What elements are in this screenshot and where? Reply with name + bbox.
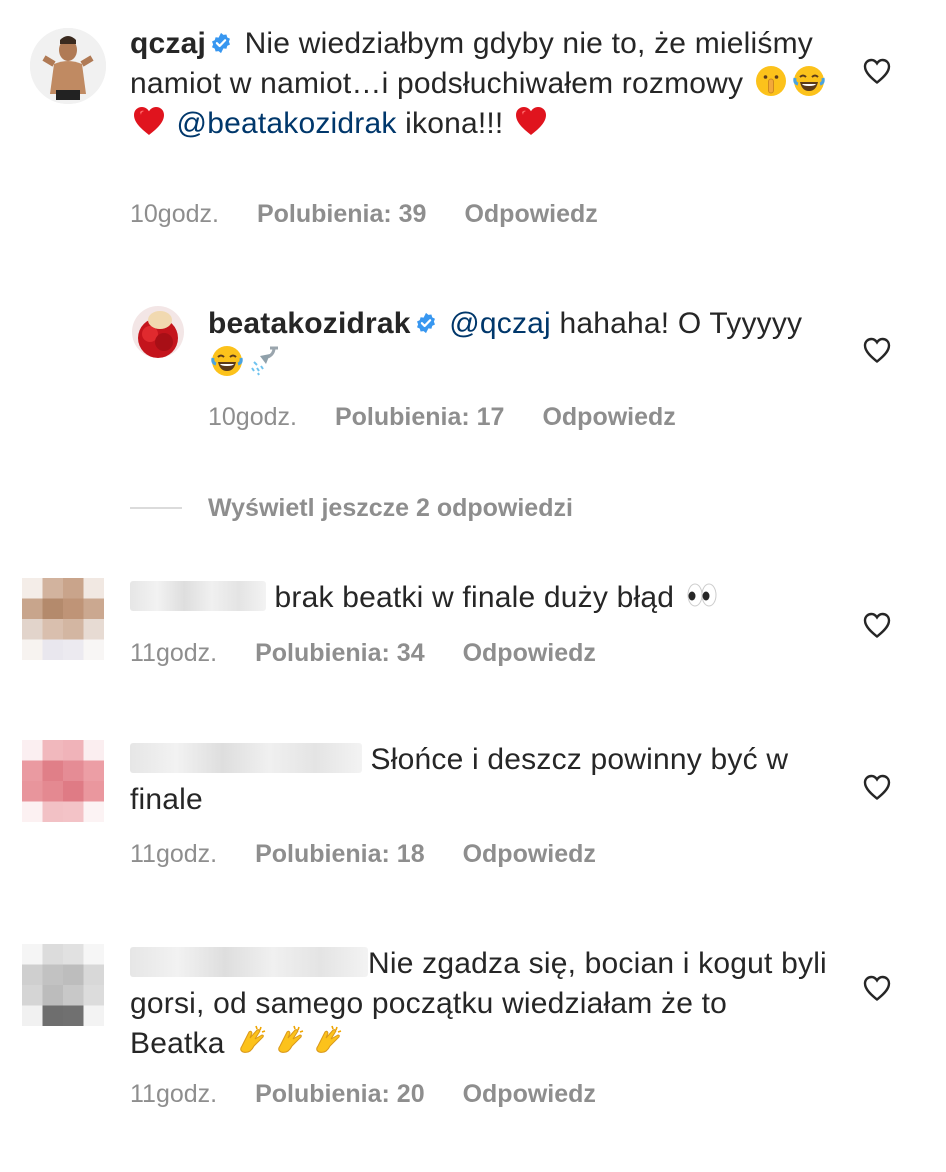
- avatar-beatakozidrak[interactable]: [132, 306, 184, 358]
- blurred-username[interactable]: [130, 581, 266, 611]
- avatar-image: [132, 306, 184, 358]
- avatar-image: [22, 740, 104, 822]
- reply-button[interactable]: Odpowiedz: [463, 840, 596, 868]
- avatar-image: [30, 28, 106, 104]
- likes-count[interactable]: Polubienia: 39: [257, 200, 426, 228]
- reply-button[interactable]: Odpowiedz: [542, 403, 675, 431]
- username[interactable]: beatakozidrak: [208, 307, 411, 340]
- heart-outline-icon[interactable]: [862, 57, 892, 85]
- comment-body: Słońce i deszcz powinny być w finale: [130, 740, 830, 820]
- comment-meta: 11godz. Polubienia: 18 Odpowiedz: [130, 840, 634, 869]
- blurred-username[interactable]: [130, 947, 368, 977]
- comment-text-after: ikona!!!: [396, 107, 512, 140]
- comment-body: qczaj Nie wiedziałbym gdyby nie to, że m…: [130, 24, 830, 144]
- timestamp: 10godz.: [130, 200, 219, 228]
- shower-emoji: [248, 344, 282, 378]
- comment-text: brak beatki w finale duży błąd: [274, 581, 683, 614]
- likes-count[interactable]: Polubienia: 17: [335, 403, 504, 431]
- heart-outline-icon[interactable]: [862, 336, 892, 364]
- verified-badge-icon: [210, 32, 232, 54]
- clapping-hands-emoji: [273, 1024, 307, 1058]
- tears-of-joy-emoji: [210, 344, 244, 378]
- comment-meta: 11godz. Polubienia: 34 Odpowiedz: [130, 639, 634, 668]
- comment-meta: 10godz. Polubienia: 39 Odpowiedz: [130, 200, 636, 229]
- timestamp: 10godz.: [208, 403, 297, 431]
- timestamp: 11godz.: [130, 639, 218, 667]
- reply-button[interactable]: Odpowiedz: [463, 1080, 596, 1108]
- avatar-qczaj[interactable]: [30, 28, 106, 104]
- reply-button[interactable]: Odpowiedz: [464, 200, 597, 228]
- mention-link[interactable]: @qczaj: [449, 307, 551, 340]
- timestamp: 11godz.: [130, 1080, 218, 1108]
- avatar-image: [22, 578, 104, 660]
- username[interactable]: qczaj: [130, 27, 206, 60]
- likes-count[interactable]: Polubienia: 18: [255, 840, 424, 868]
- comment-meta: 11godz. Polubienia: 20 Odpowiedz: [130, 1080, 634, 1109]
- likes-count[interactable]: Polubienia: 20: [255, 1080, 424, 1108]
- timestamp: 11godz.: [130, 840, 218, 868]
- reply-button[interactable]: Odpowiedz: [463, 639, 596, 667]
- avatar-blurred[interactable]: [22, 740, 104, 822]
- heart-outline-icon[interactable]: [862, 611, 892, 639]
- red-heart-emoji: [514, 104, 548, 138]
- eyes-emoji: [685, 578, 719, 612]
- verified-badge-icon: [415, 312, 437, 334]
- comment-text: Nie wiedziałbym gdyby nie to, że mieliśm…: [130, 27, 813, 100]
- view-more-replies-button[interactable]: Wyświetl jeszcze 2 odpowiedzi: [130, 488, 573, 528]
- comment-body: beatakozidrak @qczaj hahaha! O Tyyyyy: [208, 304, 828, 384]
- comment-text: hahaha! O Tyyyyy: [550, 307, 803, 340]
- shushing-face-emoji: [754, 64, 788, 98]
- view-more-label: Wyświetl jeszcze 2 odpowiedzi: [208, 493, 573, 522]
- likes-count[interactable]: Polubienia: 34: [255, 639, 424, 667]
- divider-line: [130, 507, 182, 509]
- mention-link[interactable]: @beatakozidrak: [177, 107, 397, 140]
- comment-meta: 10godz. Polubienia: 17 Odpowiedz: [208, 403, 714, 432]
- heart-outline-icon[interactable]: [862, 974, 892, 1002]
- comment-body: Nie zgadza się, bocian i kogut byli gors…: [130, 944, 830, 1064]
- avatar-image: [22, 944, 104, 1026]
- comment-body: brak beatki w finale duży błąd: [130, 578, 830, 618]
- tears-of-joy-emoji: [792, 64, 826, 98]
- blurred-username[interactable]: [130, 743, 362, 773]
- heart-outline-icon[interactable]: [862, 773, 892, 801]
- avatar-blurred[interactable]: [22, 944, 104, 1026]
- avatar-blurred[interactable]: [22, 578, 104, 660]
- clapping-hands-emoji: [235, 1024, 269, 1058]
- red-heart-emoji: [132, 104, 166, 138]
- clapping-hands-emoji: [311, 1024, 345, 1058]
